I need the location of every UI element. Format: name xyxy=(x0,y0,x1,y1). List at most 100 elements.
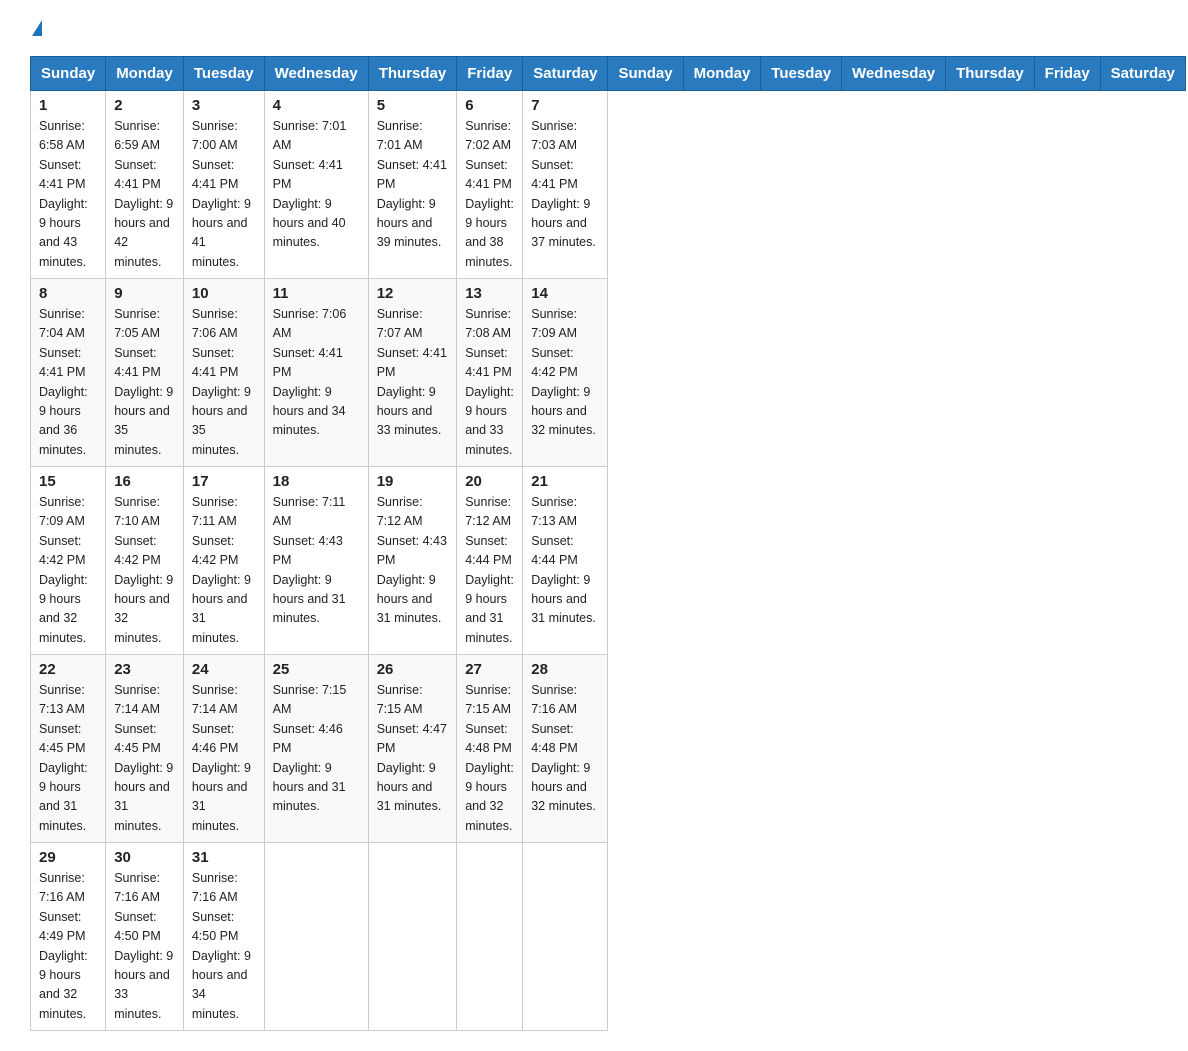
day-info: Sunrise: 7:06 AMSunset: 4:41 PMDaylight:… xyxy=(273,307,347,437)
calendar-cell: 17 Sunrise: 7:11 AMSunset: 4:42 PMDaylig… xyxy=(183,467,264,655)
day-number: 30 xyxy=(114,849,175,866)
calendar-cell: 27 Sunrise: 7:15 AMSunset: 4:48 PMDaylig… xyxy=(457,655,523,843)
day-number: 3 xyxy=(192,97,256,114)
day-info: Sunrise: 7:14 AMSunset: 4:45 PMDaylight:… xyxy=(114,683,173,833)
calendar-cell: 28 Sunrise: 7:16 AMSunset: 4:48 PMDaylig… xyxy=(523,655,608,843)
calendar-cell: 19 Sunrise: 7:12 AMSunset: 4:43 PMDaylig… xyxy=(368,467,457,655)
day-info: Sunrise: 6:59 AMSunset: 4:41 PMDaylight:… xyxy=(114,119,173,269)
day-number: 8 xyxy=(39,285,97,302)
day-info: Sunrise: 7:11 AMSunset: 4:42 PMDaylight:… xyxy=(192,495,251,645)
calendar-cell: 5 Sunrise: 7:01 AMSunset: 4:41 PMDayligh… xyxy=(368,91,457,279)
column-header-wednesday: Wednesday xyxy=(842,57,946,91)
day-info: Sunrise: 7:15 AMSunset: 4:46 PMDaylight:… xyxy=(273,683,347,813)
day-info: Sunrise: 7:02 AMSunset: 4:41 PMDaylight:… xyxy=(465,119,514,269)
calendar-cell: 6 Sunrise: 7:02 AMSunset: 4:41 PMDayligh… xyxy=(457,91,523,279)
day-info: Sunrise: 7:16 AMSunset: 4:50 PMDaylight:… xyxy=(192,871,251,1021)
day-number: 28 xyxy=(531,661,599,678)
day-number: 21 xyxy=(531,473,599,490)
day-info: Sunrise: 7:16 AMSunset: 4:49 PMDaylight:… xyxy=(39,871,88,1021)
day-info: Sunrise: 7:16 AMSunset: 4:50 PMDaylight:… xyxy=(114,871,173,1021)
logo xyxy=(30,20,42,36)
calendar-cell: 31 Sunrise: 7:16 AMSunset: 4:50 PMDaylig… xyxy=(183,843,264,1031)
day-number: 27 xyxy=(465,661,514,678)
calendar-cell: 29 Sunrise: 7:16 AMSunset: 4:49 PMDaylig… xyxy=(31,843,106,1031)
column-header-wednesday: Wednesday xyxy=(264,57,368,91)
day-number: 13 xyxy=(465,285,514,302)
day-number: 22 xyxy=(39,661,97,678)
day-number: 31 xyxy=(192,849,256,866)
calendar-cell xyxy=(368,843,457,1031)
day-number: 23 xyxy=(114,661,175,678)
calendar-cell: 20 Sunrise: 7:12 AMSunset: 4:44 PMDaylig… xyxy=(457,467,523,655)
calendar-cell: 25 Sunrise: 7:15 AMSunset: 4:46 PMDaylig… xyxy=(264,655,368,843)
day-number: 17 xyxy=(192,473,256,490)
calendar-week-row: 22 Sunrise: 7:13 AMSunset: 4:45 PMDaylig… xyxy=(31,655,1186,843)
day-number: 6 xyxy=(465,97,514,114)
day-number: 15 xyxy=(39,473,97,490)
column-header-saturday: Saturday xyxy=(523,57,608,91)
day-info: Sunrise: 7:09 AMSunset: 4:42 PMDaylight:… xyxy=(39,495,88,645)
day-info: Sunrise: 7:12 AMSunset: 4:43 PMDaylight:… xyxy=(377,495,447,625)
calendar-cell: 22 Sunrise: 7:13 AMSunset: 4:45 PMDaylig… xyxy=(31,655,106,843)
column-header-tuesday: Tuesday xyxy=(761,57,842,91)
day-number: 4 xyxy=(273,97,360,114)
day-number: 20 xyxy=(465,473,514,490)
calendar-cell: 11 Sunrise: 7:06 AMSunset: 4:41 PMDaylig… xyxy=(264,279,368,467)
calendar-week-row: 29 Sunrise: 7:16 AMSunset: 4:49 PMDaylig… xyxy=(31,843,1186,1031)
calendar-cell: 30 Sunrise: 7:16 AMSunset: 4:50 PMDaylig… xyxy=(106,843,184,1031)
column-header-monday: Monday xyxy=(106,57,184,91)
calendar-cell: 14 Sunrise: 7:09 AMSunset: 4:42 PMDaylig… xyxy=(523,279,608,467)
day-info: Sunrise: 7:10 AMSunset: 4:42 PMDaylight:… xyxy=(114,495,173,645)
calendar-cell: 23 Sunrise: 7:14 AMSunset: 4:45 PMDaylig… xyxy=(106,655,184,843)
day-info: Sunrise: 7:09 AMSunset: 4:42 PMDaylight:… xyxy=(531,307,596,437)
day-number: 29 xyxy=(39,849,97,866)
calendar-cell: 15 Sunrise: 7:09 AMSunset: 4:42 PMDaylig… xyxy=(31,467,106,655)
day-info: Sunrise: 7:03 AMSunset: 4:41 PMDaylight:… xyxy=(531,119,596,249)
calendar-week-row: 1 Sunrise: 6:58 AMSunset: 4:41 PMDayligh… xyxy=(31,91,1186,279)
day-number: 10 xyxy=(192,285,256,302)
day-info: Sunrise: 7:07 AMSunset: 4:41 PMDaylight:… xyxy=(377,307,447,437)
day-info: Sunrise: 7:15 AMSunset: 4:47 PMDaylight:… xyxy=(377,683,447,813)
calendar-cell xyxy=(523,843,608,1031)
day-info: Sunrise: 7:05 AMSunset: 4:41 PMDaylight:… xyxy=(114,307,173,457)
calendar-cell: 16 Sunrise: 7:10 AMSunset: 4:42 PMDaylig… xyxy=(106,467,184,655)
day-number: 18 xyxy=(273,473,360,490)
day-info: Sunrise: 7:12 AMSunset: 4:44 PMDaylight:… xyxy=(465,495,514,645)
calendar-cell: 10 Sunrise: 7:06 AMSunset: 4:41 PMDaylig… xyxy=(183,279,264,467)
calendar-cell xyxy=(457,843,523,1031)
day-info: Sunrise: 7:13 AMSunset: 4:45 PMDaylight:… xyxy=(39,683,88,833)
day-number: 9 xyxy=(114,285,175,302)
calendar-table: SundayMondayTuesdayWednesdayThursdayFrid… xyxy=(30,56,1186,1031)
calendar-cell: 18 Sunrise: 7:11 AMSunset: 4:43 PMDaylig… xyxy=(264,467,368,655)
day-info: Sunrise: 7:01 AMSunset: 4:41 PMDaylight:… xyxy=(273,119,347,249)
calendar-cell xyxy=(264,843,368,1031)
day-number: 12 xyxy=(377,285,449,302)
column-header-sunday: Sunday xyxy=(31,57,106,91)
day-info: Sunrise: 7:04 AMSunset: 4:41 PMDaylight:… xyxy=(39,307,88,457)
day-info: Sunrise: 7:06 AMSunset: 4:41 PMDaylight:… xyxy=(192,307,251,457)
day-number: 16 xyxy=(114,473,175,490)
logo-triangle-icon xyxy=(32,20,42,36)
calendar-cell: 21 Sunrise: 7:13 AMSunset: 4:44 PMDaylig… xyxy=(523,467,608,655)
page-header xyxy=(30,20,1158,36)
calendar-cell: 12 Sunrise: 7:07 AMSunset: 4:41 PMDaylig… xyxy=(368,279,457,467)
column-header-thursday: Thursday xyxy=(946,57,1035,91)
day-number: 24 xyxy=(192,661,256,678)
calendar-cell: 9 Sunrise: 7:05 AMSunset: 4:41 PMDayligh… xyxy=(106,279,184,467)
calendar-week-row: 8 Sunrise: 7:04 AMSunset: 4:41 PMDayligh… xyxy=(31,279,1186,467)
day-info: Sunrise: 7:15 AMSunset: 4:48 PMDaylight:… xyxy=(465,683,514,833)
calendar-cell: 26 Sunrise: 7:15 AMSunset: 4:47 PMDaylig… xyxy=(368,655,457,843)
day-info: Sunrise: 7:08 AMSunset: 4:41 PMDaylight:… xyxy=(465,307,514,457)
day-number: 7 xyxy=(531,97,599,114)
day-info: Sunrise: 6:58 AMSunset: 4:41 PMDaylight:… xyxy=(39,119,88,269)
day-number: 14 xyxy=(531,285,599,302)
day-info: Sunrise: 7:11 AMSunset: 4:43 PMDaylight:… xyxy=(273,495,346,625)
column-header-saturday: Saturday xyxy=(1100,57,1185,91)
calendar-cell: 2 Sunrise: 6:59 AMSunset: 4:41 PMDayligh… xyxy=(106,91,184,279)
column-header-sunday: Sunday xyxy=(608,57,683,91)
calendar-cell: 8 Sunrise: 7:04 AMSunset: 4:41 PMDayligh… xyxy=(31,279,106,467)
column-header-thursday: Thursday xyxy=(368,57,457,91)
column-header-monday: Monday xyxy=(683,57,761,91)
day-info: Sunrise: 7:14 AMSunset: 4:46 PMDaylight:… xyxy=(192,683,251,833)
day-number: 26 xyxy=(377,661,449,678)
